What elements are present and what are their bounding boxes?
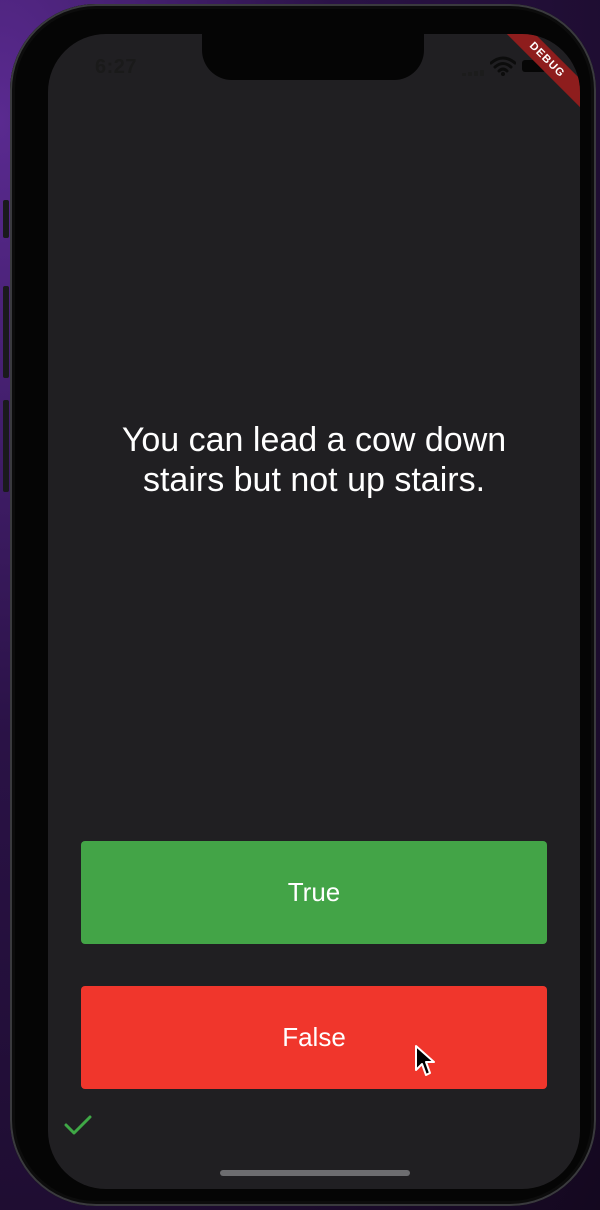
mute-switch (3, 200, 9, 238)
false-button[interactable]: False (81, 986, 547, 1089)
true-button[interactable]: True (81, 841, 547, 944)
home-indicator (220, 1170, 410, 1176)
question-text: You can lead a cow down stairs but not u… (121, 421, 507, 499)
mouse-cursor-icon (415, 1045, 435, 1076)
notch (202, 34, 424, 80)
cellular-signal-icon (462, 70, 488, 76)
debug-banner: DEBUG (486, 34, 580, 121)
status-time: 6:27 (95, 56, 138, 78)
volume-up-button (3, 286, 9, 378)
phone-frame: 6:27 DEBUG You can lead a cow down stair… (10, 4, 596, 1206)
volume-down-button (3, 400, 9, 492)
check-icon (64, 1115, 92, 1135)
wifi-icon (490, 56, 516, 76)
true-button-label: True (287, 877, 341, 907)
app-screen: 6:27 DEBUG You can lead a cow down stair… (48, 34, 580, 1189)
false-button-label: False (282, 1022, 346, 1052)
